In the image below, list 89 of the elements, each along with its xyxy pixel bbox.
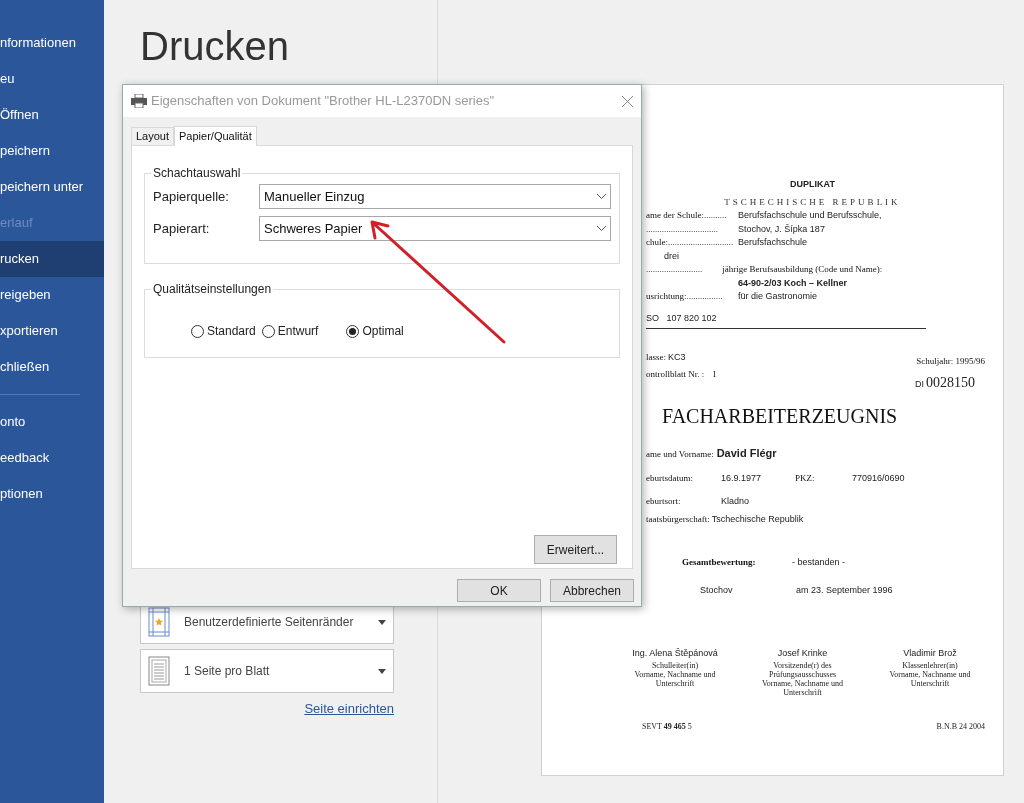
group-title: Qualitätseinstellungen bbox=[152, 281, 273, 298]
radio-label: Standard bbox=[207, 323, 256, 340]
document-label: ame der Schule:.......... bbox=[646, 209, 728, 222]
document-label: PKZ: bbox=[795, 471, 816, 485]
chevron-down-icon bbox=[597, 226, 606, 231]
document-value: Kladno bbox=[721, 495, 750, 508]
signature-caption: Vorname, Nachname und Unterschrift bbox=[888, 669, 972, 688]
document-label: ontrollblatt Nr. : bbox=[646, 368, 705, 381]
dialog-button[interactable]: OK bbox=[457, 579, 541, 602]
chevron-down-icon bbox=[597, 194, 606, 199]
sidebar-item[interactable]: rucken bbox=[0, 241, 104, 277]
document-value: drei bbox=[664, 249, 680, 263]
signature-role: Vorsitzende(r) des Prüfungsausschusses bbox=[767, 660, 838, 679]
caret-icon bbox=[378, 668, 386, 674]
document-label: jährige Berufsausbildung (Code und Name): bbox=[722, 263, 883, 276]
document-label: chule:............................. bbox=[646, 236, 735, 249]
page-icon bbox=[148, 656, 170, 686]
document-footer: SEVT 49 465 5 bbox=[642, 720, 692, 733]
dropdown-field[interactable]: Schweres Papier bbox=[259, 216, 611, 241]
radio-button[interactable] bbox=[191, 324, 204, 338]
dialog-tab[interactable]: Papier/Qualität bbox=[174, 126, 257, 146]
dialog-tab[interactable]: Layout bbox=[131, 127, 175, 145]
group-title: Schachtauswahl bbox=[152, 165, 242, 182]
signature-name: Vladimir Brož bbox=[903, 647, 957, 660]
advanced-button[interactable]: Erweitert... bbox=[534, 535, 617, 564]
dialog-button[interactable]: Abbrechen bbox=[550, 579, 634, 602]
printer-icon bbox=[131, 94, 147, 108]
document-value: Stochov bbox=[700, 583, 734, 597]
document-value: KC3 bbox=[668, 350, 686, 364]
signature-name: Josef Krinke bbox=[777, 647, 828, 660]
signature-caption: Vorname, Nachname und Unterschrift bbox=[633, 669, 717, 688]
sidebar-item[interactable]: Öffnen bbox=[0, 97, 104, 133]
document-text: Schuljahr: 1995/96 bbox=[916, 354, 985, 368]
sidebar-item[interactable]: peichern bbox=[0, 133, 104, 169]
dialog-title: Eigenschaften von Dokument "Brother HL-L2370DN series" bbox=[151, 92, 496, 111]
document-heading: FACHARBEITERZEUGNIS bbox=[662, 404, 899, 429]
document-value: am 23. September 1996 bbox=[796, 583, 893, 597]
document-label: eburtsort: bbox=[646, 495, 682, 508]
sidebar-item[interactable]: eedback bbox=[0, 440, 104, 476]
document-label: ame und Vorname: bbox=[646, 448, 714, 461]
document-label: ................................ bbox=[646, 222, 719, 236]
document-label: usrichtung:................ bbox=[646, 290, 724, 303]
page-title: Drucken bbox=[140, 23, 290, 70]
sidebar-item[interactable]: eu bbox=[0, 61, 104, 97]
document-value: David Flégr bbox=[716, 446, 777, 461]
radio-button[interactable] bbox=[346, 324, 360, 338]
dropdown-field[interactable]: Manueller Einzug bbox=[259, 184, 611, 209]
document-label: lasse: bbox=[646, 350, 666, 364]
document-value: Stochov, J. Šípka 187 bbox=[738, 222, 825, 236]
sidebar-item[interactable]: chließen bbox=[0, 349, 104, 385]
document-label: eburtsdatum: bbox=[646, 471, 694, 485]
sidebar-item[interactable]: onto bbox=[0, 404, 104, 440]
document-label: ......................... bbox=[646, 263, 703, 276]
document-value: Berufsfachschule bbox=[738, 236, 808, 249]
page-setup-link[interactable]: Seite einrichten bbox=[304, 699, 394, 719]
close-icon[interactable] bbox=[622, 95, 633, 107]
document-value: Tschechische Republik bbox=[711, 512, 804, 526]
document-value: 64-90-2/03 Koch – Kellner bbox=[738, 276, 849, 290]
sidebar-item[interactable]: peichern unter bbox=[0, 169, 104, 205]
document-value: 1 bbox=[712, 368, 717, 381]
radio-label: Optimal bbox=[362, 323, 404, 340]
signature-role: Schulleiter(in) bbox=[651, 660, 699, 670]
sidebar-item[interactable]: xportieren bbox=[0, 313, 104, 349]
document-text: 0028150 bbox=[926, 374, 975, 392]
document-value: 16.9.1977 bbox=[721, 471, 763, 485]
radio-label: Entwurf bbox=[277, 323, 319, 340]
document-label: taatsbürgerschaft: bbox=[646, 512, 710, 526]
field-label: Papierquelle: bbox=[153, 187, 230, 206]
caret-icon bbox=[378, 619, 386, 625]
signature-role: Klassenlehrer(in) bbox=[902, 660, 958, 670]
page-margins-icon bbox=[148, 607, 170, 637]
document-text: SO 107 820 102 bbox=[646, 312, 717, 323]
settings-dropdown[interactable]: 1 Seite pro Blatt bbox=[140, 649, 394, 693]
sidebar-item[interactable]: nformationen bbox=[0, 25, 104, 61]
document-text: DUPLIKAT bbox=[790, 178, 835, 191]
signature-name: Ing. Alena Štěpánová bbox=[632, 647, 718, 660]
document-value: für die Gastronomie bbox=[738, 290, 818, 303]
radio-button[interactable] bbox=[261, 324, 275, 338]
document-value: Berufsfachschule und Berufsschule, bbox=[738, 209, 882, 222]
document-value: - bestanden - bbox=[792, 556, 846, 569]
field-label: Papierart: bbox=[153, 219, 211, 238]
document-footer: B.N.B 24 2004 bbox=[936, 720, 985, 733]
signature-caption: Vorname, Nachname und Unterschrift bbox=[761, 678, 844, 697]
sidebar-item[interactable]: ptionen bbox=[0, 476, 104, 512]
document-label: Gesamtbewertung: bbox=[682, 556, 757, 569]
document-value: 770916/0690 bbox=[852, 471, 905, 485]
sidebar-item[interactable]: reigeben bbox=[0, 277, 104, 313]
document-text: TSCHECHISCHE REPUBLIK bbox=[724, 195, 901, 209]
document-text: DI bbox=[915, 378, 924, 391]
